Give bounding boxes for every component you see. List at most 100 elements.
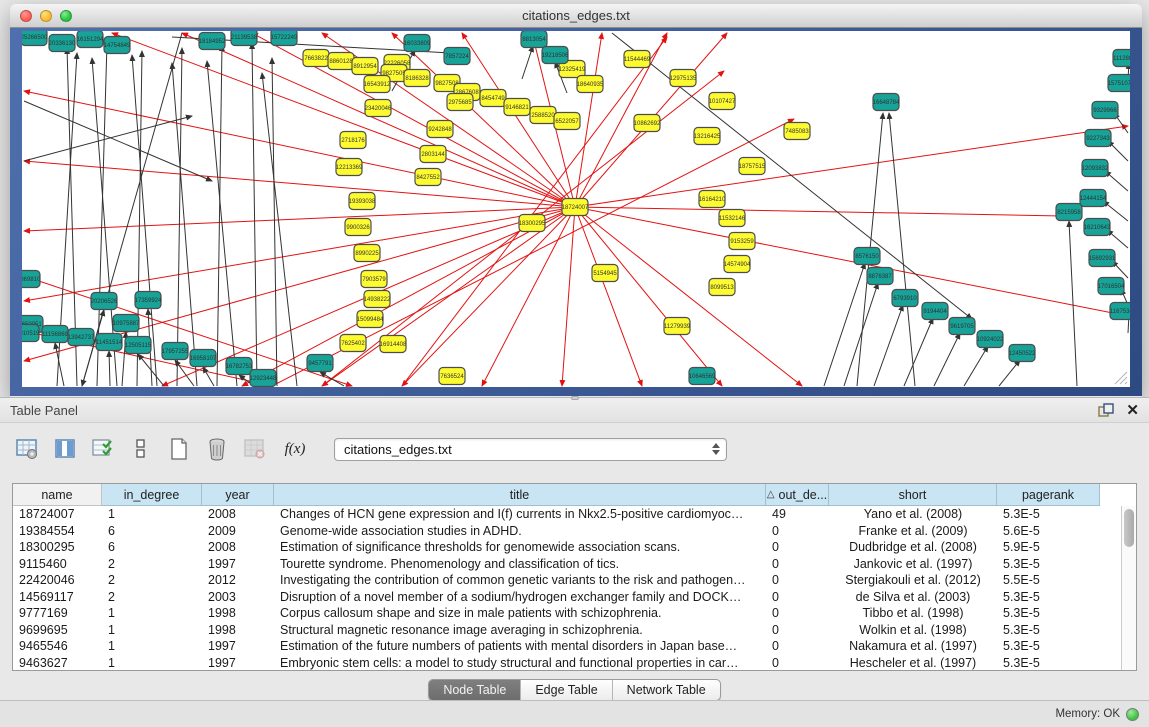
graph-node[interactable]: 9329966	[1092, 102, 1118, 119]
graph-node[interactable]: 16914408	[380, 336, 407, 353]
graph-node[interactable]: 12505115	[125, 337, 152, 354]
graph-node[interactable]: 15722249	[271, 31, 298, 46]
graph-node[interactable]: 5154945	[592, 265, 618, 282]
select-all-button[interactable]	[88, 435, 118, 463]
table-vertical-scrollbar[interactable]	[1121, 506, 1136, 670]
graph-node[interactable]: 9242848	[427, 121, 453, 138]
graph-node[interactable]: 9227343	[1085, 130, 1111, 147]
graph-node[interactable]: 18724007	[562, 199, 589, 216]
graph-node[interactable]: 18640935	[577, 76, 604, 93]
graph-node[interactable]: 6793910	[892, 290, 918, 307]
graph-node[interactable]: 15692931	[1089, 250, 1116, 267]
graph-node[interactable]: 13942737	[68, 329, 95, 346]
graph-node[interactable]: 12213369	[336, 159, 363, 176]
panel-resize-handle[interactable]	[571, 396, 579, 400]
table-settings-button[interactable]	[12, 435, 42, 463]
graph-node[interactable]: 14938222	[364, 291, 391, 308]
column-header-title[interactable]: title	[274, 484, 766, 506]
graph-node[interactable]: 18757515	[739, 158, 766, 175]
graph-node[interactable]: 2718176	[340, 132, 366, 149]
graph-node[interactable]: 9619705	[949, 318, 975, 335]
show-columns-button[interactable]	[50, 435, 80, 463]
graph-node[interactable]: 2588520	[530, 107, 556, 124]
graph-node[interactable]: 16648784	[873, 94, 900, 111]
graph-node[interactable]: 8454749	[480, 90, 506, 107]
graph-node[interactable]: 8912954	[352, 58, 378, 75]
table-row[interactable]: 946362711997Embryonic stem cells: a mode…	[13, 655, 1136, 672]
window-titlebar[interactable]: citations_edges.txt	[10, 4, 1142, 28]
graph-node[interactable]: 7636524	[439, 368, 465, 385]
graph-node[interactable]: 16210643	[1084, 219, 1111, 236]
column-header-outde[interactable]: △out_de...	[766, 484, 829, 506]
graph-node[interactable]: 9146821	[504, 99, 530, 116]
graph-node[interactable]: 13216425	[694, 128, 721, 145]
graph-node[interactable]: 11532146	[719, 210, 746, 227]
graph-node[interactable]: 16958107	[190, 350, 217, 367]
graph-node[interactable]: 8813054	[521, 31, 547, 48]
graph-node[interactable]: 8215958	[1056, 204, 1082, 221]
graph-node[interactable]: 8576150	[854, 248, 880, 265]
column-header-year[interactable]: year	[202, 484, 274, 506]
function-builder-button[interactable]: f(x)	[278, 441, 312, 458]
graph-node[interactable]: 12450522	[1009, 345, 1036, 362]
graph-node[interactable]: 20206526	[91, 293, 118, 310]
table-row[interactable]: 946554611997Estimation of the future num…	[13, 638, 1136, 655]
column-chooser-button[interactable]	[126, 435, 156, 463]
graph-node[interactable]: 19218506	[542, 47, 569, 64]
graph-node[interactable]: 14754849	[104, 37, 131, 54]
graph-node[interactable]: 7857224	[444, 48, 470, 65]
graph-node[interactable]: 10924022	[977, 331, 1004, 348]
graph-node[interactable]: 17016504	[1098, 278, 1125, 295]
graph-node[interactable]: 9194404	[922, 303, 948, 320]
graph-node[interactable]: 10107427	[709, 93, 736, 110]
graph-node[interactable]: 9153259	[729, 233, 755, 250]
graph-node[interactable]: 16164210	[699, 191, 726, 208]
graph-node[interactable]: 7625402	[340, 335, 366, 352]
graph-node[interactable]: 18300295	[519, 215, 546, 232]
graph-node[interactable]: 11156869	[42, 326, 69, 343]
graph-node[interactable]: 19393038	[349, 193, 376, 210]
graph-node[interactable]: 9900326	[345, 219, 371, 236]
scrollbar-thumb[interactable]	[1124, 509, 1134, 547]
float-panel-icon[interactable]	[1098, 403, 1114, 418]
graph-node[interactable]: 8099513	[709, 279, 735, 296]
graph-node[interactable]: 11279939	[664, 318, 691, 335]
graph-node[interactable]: 2975685	[447, 94, 473, 111]
graph-node[interactable]: 9457791	[307, 355, 333, 372]
graph-node[interactable]: 10975887	[113, 315, 140, 332]
graph-node[interactable]: 6522057	[554, 113, 580, 130]
table-row[interactable]: 977716911998Corpus callosum shape and si…	[13, 605, 1136, 622]
column-header-pagerank[interactable]: pagerank	[997, 484, 1100, 506]
graph-node[interactable]: 25869810	[22, 271, 41, 288]
delete-table-button-disabled[interactable]	[240, 435, 270, 463]
graph-node[interactable]: 11544469	[624, 51, 651, 68]
graph-node[interactable]: 16543912	[364, 76, 391, 93]
graph-node[interactable]: 12444154	[1080, 190, 1107, 207]
graph-node[interactable]: 11128024	[1113, 50, 1130, 67]
table-row[interactable]: 911546021997Tourette syndrome. Phenomeno…	[13, 556, 1136, 573]
graph-node[interactable]: 17359924	[135, 292, 162, 309]
table-row[interactable]: 2242004622012Investigating the contribut…	[13, 572, 1136, 589]
graph-node[interactable]: 7485083	[784, 123, 810, 140]
graph-node[interactable]: 16782753	[226, 358, 253, 375]
graph-node[interactable]: 16033809	[404, 35, 431, 52]
table-row[interactable]: 1872400712008Changes of HCN gene express…	[13, 506, 1136, 523]
new-column-button[interactable]	[164, 435, 194, 463]
tab-node-table[interactable]: Node Table	[429, 680, 521, 700]
graph-node[interactable]: 23420046	[365, 100, 392, 117]
graph-node[interactable]: 25266500	[22, 31, 48, 46]
table-row[interactable]: 969969511998Structural magnetic resonanc…	[13, 622, 1136, 639]
close-panel-icon[interactable]: ✕	[1126, 403, 1139, 418]
graph-node[interactable]: 8186328	[404, 70, 430, 87]
delete-column-button[interactable]	[202, 435, 232, 463]
graph-node[interactable]: 2803144	[420, 146, 446, 163]
graph-node[interactable]: 20336130	[49, 35, 76, 52]
network-canvas[interactable]: 1872400776638228860128891295422226058982…	[22, 31, 1130, 387]
graph-node[interactable]: 8990225	[354, 245, 380, 262]
table-row[interactable]: 1830029562008Estimation of significance …	[13, 539, 1136, 556]
graph-node[interactable]: 21139538	[231, 31, 258, 46]
memory-status-indicator[interactable]	[1126, 708, 1139, 721]
graph-node[interactable]: 11451514	[96, 334, 123, 351]
graph-node[interactable]: 10862692	[634, 115, 661, 132]
graph-node[interactable]: 12923448	[250, 370, 277, 387]
